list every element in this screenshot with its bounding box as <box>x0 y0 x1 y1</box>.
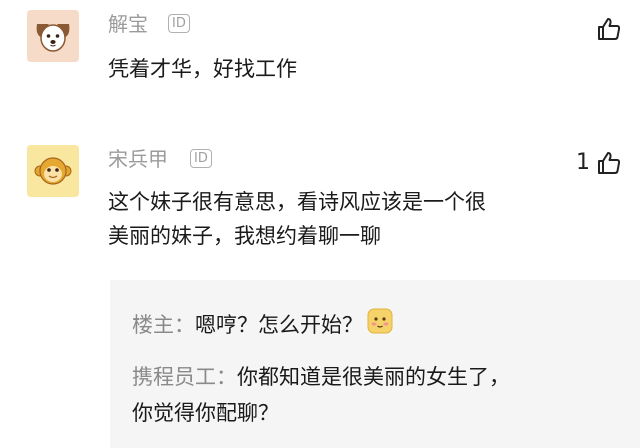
thumbs-up-icon <box>598 18 621 40</box>
id-badge: ID <box>168 14 190 33</box>
reply-author[interactable]: 携程员工： <box>132 365 237 389</box>
comment-line: 这个妹子很有意思，看诗风应该是一个很 <box>108 190 486 214</box>
monkey-avatar-icon <box>27 145 79 197</box>
like-count: 1 <box>576 150 590 175</box>
blushing-face-emoji-icon <box>367 308 393 345</box>
reply-text: 你都知道是很美丽的女生了， <box>237 365 510 389</box>
username[interactable]: 宋兵甲 <box>108 147 168 171</box>
like-button[interactable]: 1 <box>576 150 622 176</box>
reply-text: 嗯哼？怎么开始？ <box>195 313 363 337</box>
like-button[interactable] <box>596 16 622 42</box>
reply-text: 你觉得你配聊？ <box>132 401 279 425</box>
comment-line: 美丽的妹子，我想约着聊一聊 <box>108 224 381 248</box>
avatar[interactable] <box>27 10 79 62</box>
reply-box: 楼主：嗯哼？怎么开始？ 携程员工：你都知道是很美丽的女生了， 你觉得你配聊？ <box>110 280 640 448</box>
reply-item[interactable]: 携程员工：你都知道是很美丽的女生了， 你觉得你配聊？ <box>132 359 510 431</box>
reply-author[interactable]: 楼主： <box>132 313 195 337</box>
comment-text: 凭着才华，好找工作 <box>108 52 297 86</box>
dog-avatar-icon <box>27 10 79 62</box>
thumbs-up-icon <box>598 152 621 174</box>
comment-line: 凭着才华，好找工作 <box>108 57 297 81</box>
username[interactable]: 解宝 <box>108 12 148 36</box>
avatar[interactable] <box>27 145 79 197</box>
comment-text: 这个妹子很有意思，看诗风应该是一个很 美丽的妹子，我想约着聊一聊 <box>108 185 486 253</box>
id-badge: ID <box>190 149 212 168</box>
reply-item[interactable]: 楼主：嗯哼？怎么开始？ <box>132 307 393 345</box>
